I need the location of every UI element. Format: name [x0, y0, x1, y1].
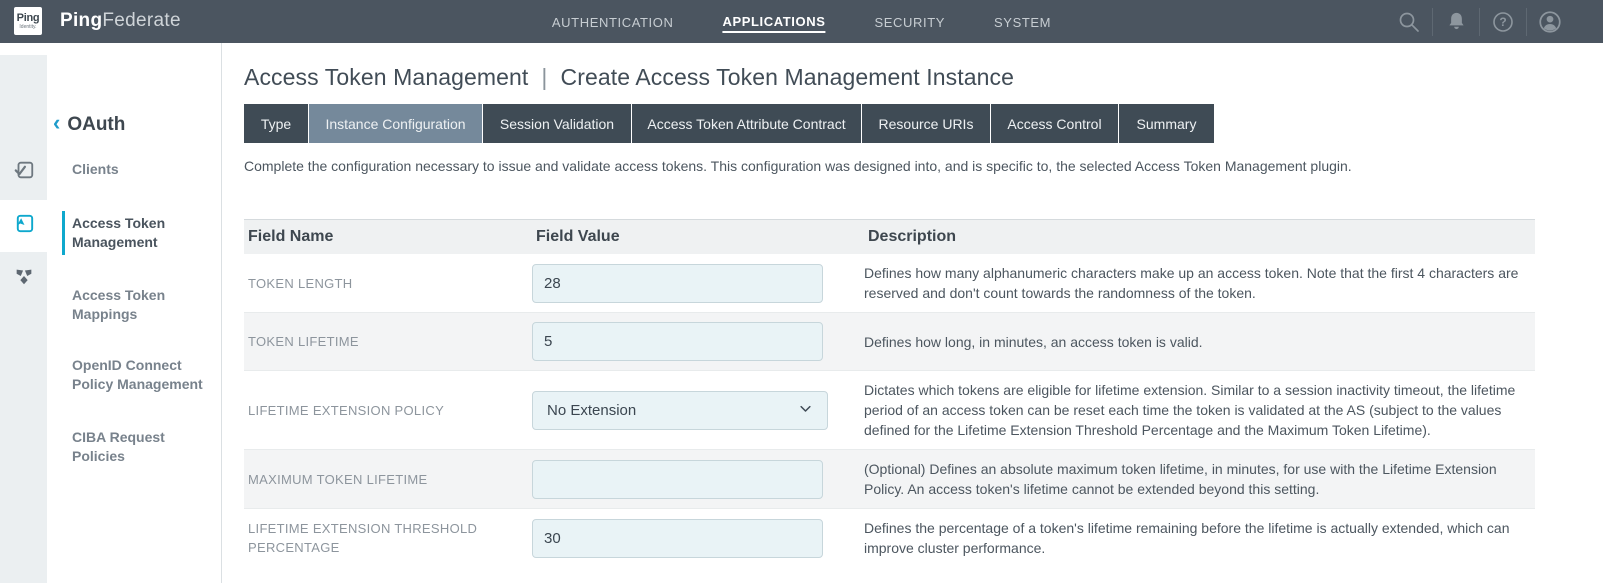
bell-icon[interactable]	[1433, 9, 1479, 35]
field-description: Dictates which tokens are eligible for l…	[864, 380, 1535, 440]
nav-item-authentication[interactable]: AUTHENTICATION	[552, 11, 674, 32]
field-value-cell	[532, 460, 864, 499]
top-bar: Ping Identity. PingFederate AUTHENTICATI…	[0, 0, 1603, 43]
page-title-primary: Access Token Management	[244, 64, 528, 90]
field-value-cell: No Extension	[532, 391, 864, 430]
field-name-label: LIFETIME EXTENSION THRESHOLD PERCENTAGE	[244, 519, 532, 557]
active-item-indicator	[62, 211, 65, 255]
table-header-row: Field Name Field Value Description	[244, 219, 1535, 254]
tab-type[interactable]: Type	[244, 104, 309, 143]
wizard-tabs: TypeInstance ConfigurationSession Valida…	[244, 104, 1535, 143]
page-title-secondary: Create Access Token Management Instance	[561, 64, 1015, 90]
field-value-input[interactable]	[532, 519, 823, 558]
page-title-separator: |	[528, 64, 560, 90]
clients-icon[interactable]	[13, 159, 35, 186]
help-icon[interactable]: ?	[1480, 9, 1526, 35]
search-icon[interactable]	[1386, 9, 1432, 35]
sidebar-section-label: OAuth	[67, 114, 125, 136]
field-description: Defines how many alphanumeric characters…	[864, 263, 1535, 303]
ping-logo: Ping Identity.	[14, 7, 42, 35]
ping-logo-subtext: Identity.	[19, 25, 36, 30]
field-description: (Optional) Defines an absolute maximum t…	[864, 459, 1535, 499]
sidebar-item-access-token-mappings[interactable]: Access Token Mappings	[72, 286, 207, 324]
brand: Ping Identity. PingFederate	[14, 7, 181, 35]
page-title: Access Token Management|Create Access To…	[244, 64, 1535, 91]
sidebar-section-oauth[interactable]: ‹ OAuth	[53, 114, 125, 136]
intro-text: Complete the configuration necessary to …	[244, 158, 1535, 174]
column-header-description: Description	[864, 228, 1535, 246]
sidebar-item-clients[interactable]: Clients	[72, 160, 207, 179]
table-row: MAXIMUM TOKEN LIFETIME (Optional) Defines…	[244, 449, 1535, 508]
tab-access-control[interactable]: Access Control	[991, 104, 1119, 143]
tab-resource-uris[interactable]: Resource URIs	[862, 104, 991, 143]
field-value-input[interactable]	[532, 264, 823, 303]
nav-item-system[interactable]: SYSTEM	[994, 11, 1051, 32]
table-body: TOKEN LENGTH Defines how many alphanumeri…	[244, 254, 1535, 567]
field-name-label: MAXIMUM TOKEN LIFETIME	[244, 470, 532, 489]
tab-instance-configuration[interactable]: Instance Configuration	[309, 104, 483, 143]
field-name-label: LIFETIME EXTENSION POLICY	[244, 401, 532, 420]
tab-access-token-attribute-contract[interactable]: Access Token Attribute Contract	[632, 104, 862, 143]
field-value-input[interactable]	[532, 322, 823, 361]
nav-item-applications[interactable]: APPLICATIONS	[722, 10, 825, 33]
chevron-down-icon	[798, 401, 813, 420]
field-value-input[interactable]	[532, 460, 823, 499]
column-header-field-name: Field Name	[244, 228, 532, 246]
main-content: Access Token Management|Create Access To…	[223, 64, 1603, 567]
column-header-field-value: Field Value	[532, 228, 864, 246]
sidebar-item-access-token-management[interactable]: Access Token Management	[72, 214, 207, 252]
table-row: TOKEN LENGTH Defines how many alphanumeri…	[244, 254, 1535, 312]
brand-name: PingFederate	[60, 10, 181, 32]
ping-logo-text: Ping	[17, 13, 40, 24]
fields-table: Field Name Field Value Description TOKEN…	[244, 219, 1535, 567]
user-icon[interactable]	[1527, 9, 1573, 35]
svg-text:?: ?	[1499, 15, 1506, 29]
sidebar-item-ciba-request-policies[interactable]: CIBA Request Policies	[72, 428, 207, 466]
brand-name-bold: Ping	[60, 10, 102, 31]
field-name-label: TOKEN LIFETIME	[244, 332, 532, 351]
table-row: LIFETIME EXTENSION THRESHOLD PERCENTAGE D…	[244, 508, 1535, 567]
field-value-cell	[532, 322, 864, 361]
back-chevron-icon[interactable]: ‹	[53, 112, 60, 134]
field-value-cell	[532, 264, 864, 303]
field-value-dropdown[interactable]: No Extension	[532, 391, 828, 430]
field-description: Defines the percentage of a token's life…	[864, 518, 1535, 558]
tab-summary[interactable]: Summary	[1119, 104, 1214, 143]
top-navigation: AUTHENTICATION APPLICATIONS SECURITY SYSTEM	[552, 0, 1051, 43]
field-description: Defines how long, in minutes, an access …	[864, 332, 1535, 352]
topbar-icon-group: ?	[1386, 0, 1573, 43]
access-token-mappings-icon[interactable]	[13, 265, 35, 292]
pingfederate-app: Ping Identity. PingFederate AUTHENTICATI…	[0, 0, 1603, 583]
access-token-management-icon[interactable]	[13, 212, 36, 240]
nav-item-security[interactable]: SECURITY	[874, 11, 945, 32]
field-name-label: TOKEN LENGTH	[244, 274, 532, 293]
sidebar-item-openid-connect-policy-management[interactable]: OpenID Connect Policy Management	[72, 356, 207, 394]
brand-name-rest: Federate	[102, 10, 180, 31]
field-value-cell	[532, 519, 864, 558]
dropdown-selected-value: No Extension	[547, 402, 636, 419]
sidebar-icon-rail	[0, 55, 47, 583]
table-row: LIFETIME EXTENSION POLICY No Extension Dic…	[244, 370, 1535, 449]
sidebar: ‹ OAuth Clients Access Token Management Ac…	[0, 43, 222, 583]
table-row: TOKEN LIFETIME Defines how long, in minut…	[244, 312, 1535, 370]
tab-session-validation[interactable]: Session Validation	[483, 104, 632, 143]
